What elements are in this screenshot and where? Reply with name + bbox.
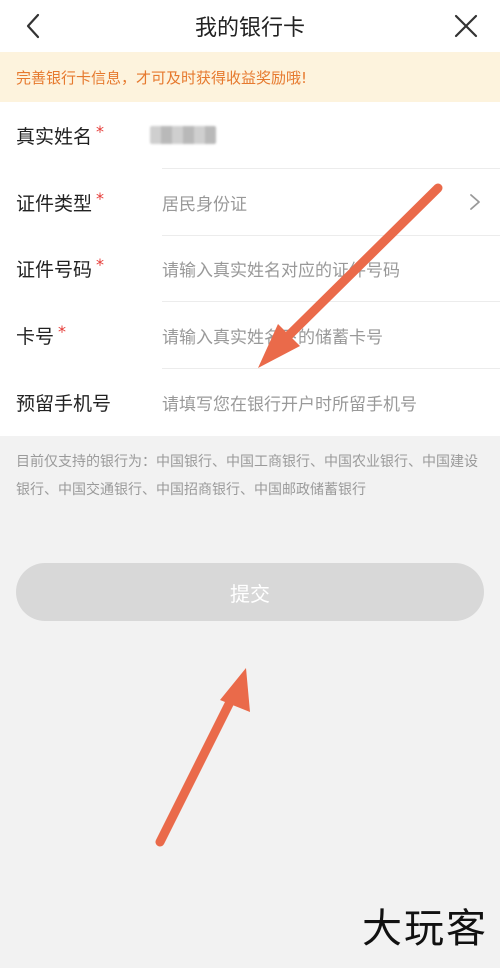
id-number-row[interactable]: 证件号码 * 请输入真实姓名对应的证件号码: [0, 236, 500, 303]
masked-name-value: [150, 126, 216, 144]
id-type-select[interactable]: 居民身份证: [162, 190, 247, 215]
phone-label: 预留手机号: [16, 393, 112, 416]
bank-card-form: 真实姓名 * 证件类型 * 居民身份证 证件号码 * 请输入真实姓名对应的证件号码 卡…: [0, 102, 500, 436]
name-label: 真实姓名 *: [16, 121, 105, 148]
phone-row[interactable]: 预留手机号 请填写您在银行开户时所留手机号: [0, 369, 500, 436]
id-type-label: 证件类型 *: [16, 188, 105, 215]
card-number-row[interactable]: 卡号 * 请输入真实姓名下的储蓄卡号: [0, 302, 500, 370]
card-number-input[interactable]: 请输入真实姓名下的储蓄卡号: [162, 323, 383, 348]
id-number-label: 证件号码 *: [16, 255, 105, 282]
id-number-input[interactable]: 请输入真实姓名对应的证件号码: [162, 256, 400, 281]
required-mark: *: [58, 322, 67, 342]
phone-input[interactable]: 请填写您在银行开户时所留手机号: [162, 390, 417, 415]
name-row[interactable]: 真实姓名 *: [0, 102, 500, 169]
chevron-left-icon[interactable]: [18, 10, 50, 42]
card-number-label: 卡号 *: [16, 322, 67, 349]
supported-banks-text: 目前仅支持的银行为：中国银行、中国工商银行、中国农业银行、中国建设银行、中国交通…: [16, 454, 478, 498]
arrow-to-submit-button: [155, 668, 250, 847]
submit-button[interactable]: 提交: [16, 563, 484, 621]
id-type-row[interactable]: 证件类型 * 居民身份证: [0, 169, 500, 236]
top-bar: 我的银行卡: [0, 0, 500, 52]
chevron-right-icon[interactable]: [468, 192, 482, 212]
page-title: 我的银行卡: [194, 16, 305, 41]
reward-notice: 完善银行卡信息，才可及时获得收益奖励哦!: [0, 52, 500, 102]
required-mark: *: [96, 255, 105, 275]
watermark-logo: 大玩客: [362, 906, 488, 952]
close-icon[interactable]: [450, 10, 482, 42]
required-mark: *: [96, 188, 105, 208]
required-mark: *: [96, 121, 105, 141]
